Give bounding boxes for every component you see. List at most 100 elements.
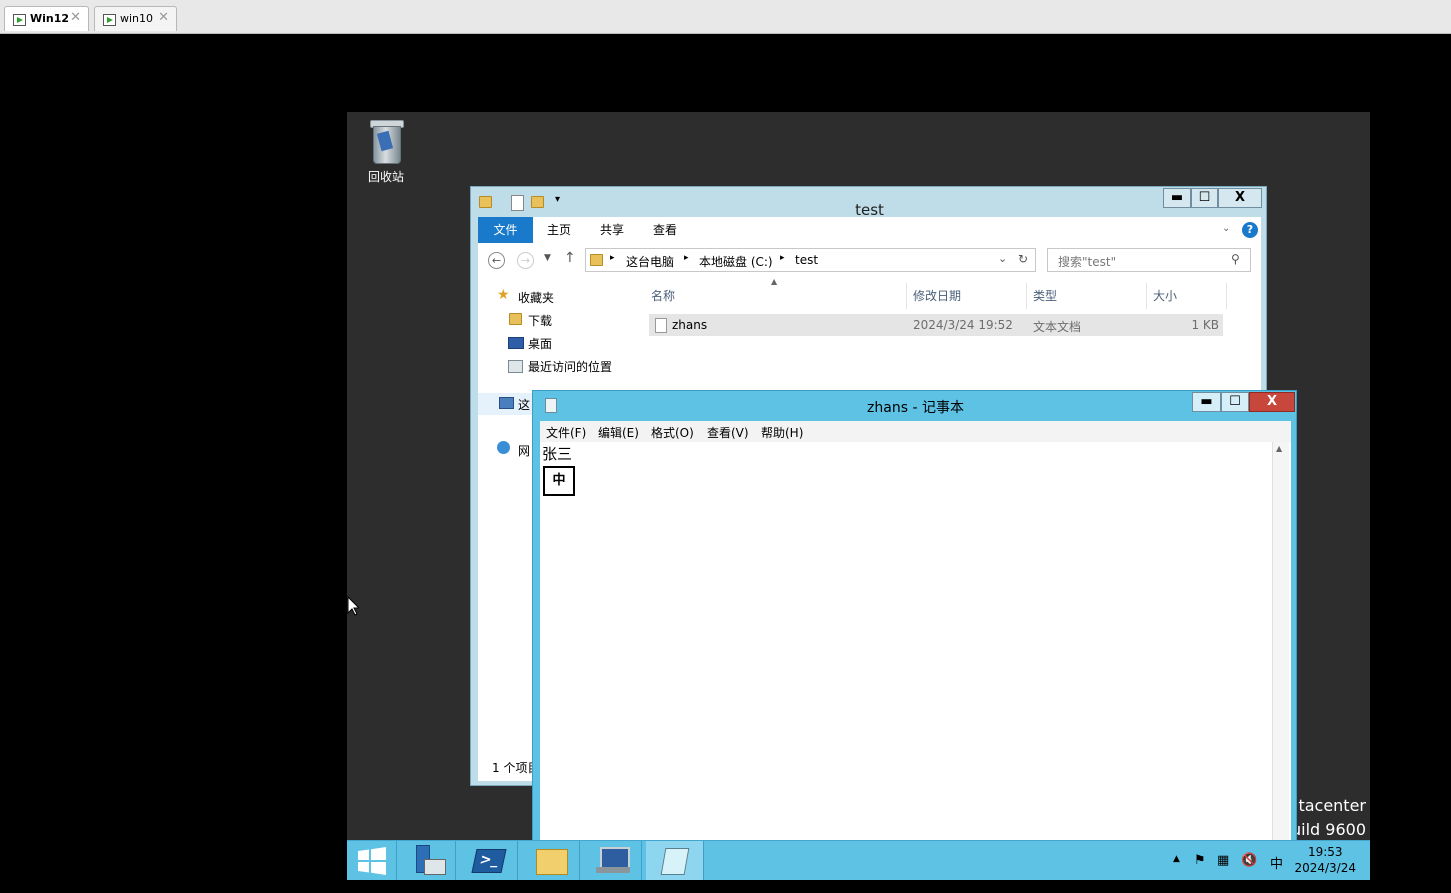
nav-favorites[interactable]: 收藏夹 (518, 289, 554, 306)
computer-icon (499, 397, 514, 409)
windows-logo-icon (358, 847, 386, 875)
scroll-up-icon[interactable]: ▲ (1276, 444, 1282, 453)
vm-icon (103, 14, 116, 26)
show-hidden-icons[interactable]: ▲ (1173, 854, 1180, 864)
breadcrumb-test[interactable]: test (795, 253, 818, 267)
breadcrumb-local-disk[interactable]: 本地磁盘 (C:) (699, 253, 773, 270)
taskbar-file-explorer[interactable] (522, 841, 580, 880)
minimize-button[interactable]: ▬ (1192, 392, 1221, 412)
ime-candidate-indicator: 中 (543, 466, 575, 496)
network-status-icon[interactable]: ▦ (1217, 853, 1229, 868)
close-button[interactable]: X (1249, 392, 1295, 412)
recycle-bin-icon (369, 120, 404, 164)
file-size: 1 KB (1191, 318, 1219, 332)
server-tray-icon (424, 859, 446, 875)
editor-content: 张三 (542, 445, 573, 463)
nav-this-pc-label: 这 (518, 398, 531, 412)
menu-format[interactable]: 格式(O) (651, 424, 694, 441)
refresh-icon[interactable]: ↻ (1018, 252, 1028, 266)
breadcrumb-separator[interactable]: ▸ (684, 253, 689, 263)
tab-share[interactable]: 共享 (591, 217, 633, 243)
menu-view[interactable]: 查看(V) (707, 424, 749, 441)
taskbar-notepad[interactable] (646, 841, 704, 880)
system-clock[interactable]: 19:53 2024/3/24 (1294, 844, 1356, 876)
notepad-window: zhans - 记事本 ▬ ☐ X 文件(F) 编辑(E) 格式(O) 查看(V… (532, 390, 1297, 845)
star-icon: ★ (497, 287, 510, 303)
clock-time: 19:53 (1307, 845, 1343, 859)
desktop-icon (508, 337, 524, 349)
forward-button[interactable]: → (517, 252, 534, 269)
vertical-scrollbar[interactable]: ▲ (1272, 442, 1289, 844)
menu-help[interactable]: 帮助(H) (761, 424, 803, 441)
window-title: zhans - 记事本 (867, 400, 964, 416)
vm-tab-label: win10 (120, 12, 154, 25)
taskbar-server-manager[interactable] (398, 841, 456, 880)
vm-tab-label: Win12 (30, 12, 70, 25)
text-file-icon (655, 318, 667, 333)
address-row: ← → ▼ ↑ ▸ 这台电脑 ▸ 本地磁盘 (C:) ▸ test ⌄ ↻ 搜索… (478, 243, 1261, 279)
taskbar: >_ ▲ ⚑ ▦ 🔇 中 19:53 2024/3/24 (347, 840, 1370, 880)
recent-locations-icon[interactable]: ▼ (544, 253, 551, 263)
breadcrumb-separator[interactable]: ▸ (780, 253, 785, 263)
breadcrumb-this-pc[interactable]: 这台电脑 (626, 253, 674, 270)
search-icon[interactable]: ⚲ (1231, 252, 1240, 266)
mouse-cursor-icon (347, 596, 359, 616)
tab-file[interactable]: 文件 (478, 217, 533, 243)
network-icon (497, 441, 510, 454)
nav-network[interactable]: 网 (518, 442, 530, 459)
menu-edit[interactable]: 编辑(E) (598, 424, 639, 441)
folder-icon (590, 254, 603, 266)
search-placeholder: 搜索"test" (1058, 255, 1117, 269)
volume-muted-icon[interactable]: 🔇 (1241, 853, 1257, 868)
vm-tab-win10[interactable]: win10 ✕ (94, 6, 177, 31)
vm-tab-win12[interactable]: Win12 ✕ (4, 6, 89, 31)
recycle-bin-label: 回收站 (367, 170, 404, 184)
nav-downloads[interactable]: 下载 (528, 312, 552, 329)
ime-mode-indicator[interactable]: 中 (1270, 853, 1283, 872)
file-explorer-icon (536, 849, 568, 875)
file-name: zhans (672, 318, 708, 332)
column-type[interactable]: 类型 (1027, 283, 1147, 309)
menu-file[interactable]: 文件(F) (546, 424, 586, 441)
monitor-icon (600, 847, 630, 869)
vm-tab-bar: Win12 ✕ win10 ✕ (0, 0, 1451, 34)
nav-desktop[interactable]: 桌面 (528, 335, 552, 352)
nav-recent[interactable]: 最近访问的位置 (528, 358, 612, 375)
text-editor[interactable]: 张三 中 ▲ (540, 442, 1291, 844)
address-bar[interactable]: ▸ 这台电脑 ▸ 本地磁盘 (C:) ▸ test ⌄ ↻ (585, 248, 1036, 272)
menu-bar: 文件(F) 编辑(E) 格式(O) 查看(V) 帮助(H) (540, 421, 1291, 443)
column-size[interactable]: 大小 (1147, 283, 1227, 309)
vm-icon (13, 14, 26, 26)
taskbar-powershell[interactable]: >_ (460, 841, 518, 880)
column-modified[interactable]: 修改日期 (907, 283, 1027, 309)
minimize-button[interactable]: ▬ (1163, 188, 1191, 208)
keyboard-icon (596, 867, 630, 873)
maximize-button[interactable]: ☐ (1221, 392, 1249, 412)
maximize-button[interactable]: ☐ (1191, 188, 1218, 208)
search-box[interactable]: 搜索"test" ⚲ (1047, 248, 1251, 272)
file-type: 文本文档 (1033, 320, 1082, 334)
action-center-icon[interactable]: ⚑ (1194, 853, 1206, 868)
powershell-icon: >_ (471, 849, 507, 873)
start-button[interactable] (347, 841, 397, 880)
tab-home[interactable]: 主页 (538, 217, 580, 243)
table-row[interactable]: zhans 2024/3/24 19:52 文本文档 1 KB (649, 314, 1223, 336)
downloads-icon (509, 313, 522, 325)
file-modified: 2024/3/24 19:52 (913, 318, 1013, 332)
breadcrumb-separator[interactable]: ▸ (610, 253, 615, 263)
up-button[interactable]: ↑ (564, 250, 576, 266)
address-dropdown-icon[interactable]: ⌄ (998, 252, 1007, 265)
recent-places-icon (508, 360, 523, 373)
taskbar-network-app[interactable] (584, 841, 642, 880)
back-button[interactable]: ← (488, 252, 505, 269)
ribbon-tabs: 文件 主页 共享 查看 ⌄ ? (478, 217, 1261, 244)
help-icon[interactable]: ? (1242, 222, 1258, 238)
clock-date: 2024/3/24 (1294, 861, 1356, 875)
column-name[interactable]: 名称 (645, 283, 907, 309)
expand-ribbon-icon[interactable]: ⌄ (1222, 223, 1230, 234)
tab-view[interactable]: 查看 (644, 217, 686, 243)
close-button[interactable]: X (1218, 188, 1262, 208)
close-icon[interactable]: ✕ (70, 10, 81, 25)
close-icon[interactable]: ✕ (158, 10, 169, 25)
recycle-bin-shortcut[interactable]: 回收站 (357, 118, 415, 185)
